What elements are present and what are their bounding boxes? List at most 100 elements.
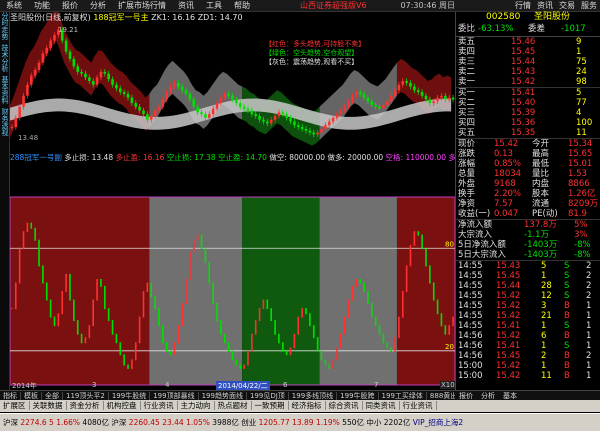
menu-item-news[interactable]: 资讯	[172, 0, 200, 11]
tab-technical[interactable]: 技术分析	[0, 44, 9, 72]
fn-tab[interactable]: 机构控盘	[103, 401, 141, 410]
stat-value: 9168	[494, 179, 516, 189]
menu-item-market[interactable]: 扩展市场行情	[112, 0, 172, 11]
candle-body	[173, 82, 176, 87]
bottom-tab[interactable]: 199牛股统	[108, 392, 151, 400]
bid-price: 15.35	[511, 128, 536, 138]
right-menu-quote[interactable]: 行情	[512, 0, 534, 11]
candle-body	[95, 77, 99, 85]
fn-tab[interactable]: 行业资讯	[399, 401, 437, 410]
bottom-tab[interactable]: 199见DJ顶	[246, 392, 289, 400]
fn-tab[interactable]: 关联数据	[29, 401, 67, 410]
tab-basic-info[interactable]: 基本资料	[0, 76, 9, 104]
right-menu-service[interactable]: 服务	[578, 0, 600, 11]
fn-tab[interactable]: 行业资讯	[140, 401, 178, 410]
tab-intraday[interactable]: 分时走势	[0, 12, 9, 40]
candle-body	[374, 104, 377, 107]
right-menu-trade[interactable]: 交易	[556, 0, 578, 11]
candle-body	[355, 92, 358, 96]
tick-time: 14:55	[458, 291, 483, 301]
tick-count: 2	[586, 351, 592, 361]
fn-tab[interactable]: 资金分析	[66, 401, 104, 410]
ask-row: 卖四 15.45 1	[456, 47, 600, 57]
menu-item-analysis[interactable]: 分析	[84, 0, 112, 11]
fn-tab[interactable]: 热点题材	[214, 401, 252, 410]
status-sz-amount: 3988亿	[212, 418, 239, 427]
candle-body	[382, 104, 385, 109]
candle-body	[436, 97, 439, 102]
bid-label: 买一	[458, 88, 476, 98]
fn-tab[interactable]: 主力动向	[177, 401, 215, 410]
stat-label: 换手	[458, 189, 476, 199]
candle-body	[320, 128, 323, 133]
ask-row: 卖二 15.43 24	[456, 67, 600, 77]
tick-row: 14:55 15.42 21 B 1	[456, 311, 600, 321]
stat-label: 净资	[458, 199, 476, 209]
stat-value-2: 15.01	[568, 159, 593, 169]
candle-body	[393, 90, 397, 96]
menu-item-quote[interactable]: 报价	[56, 0, 84, 11]
candle-body	[107, 73, 110, 80]
sub-indicator-title: 288冠军一号副 多止损: 13.48 多止盈: 16.16 空止损: 17.3…	[10, 153, 463, 163]
right-tab-analysis[interactable]: 分析	[477, 392, 499, 400]
menu-item-help[interactable]: 帮助	[228, 0, 256, 11]
tick-volume: 28	[541, 281, 552, 291]
candle-body	[111, 79, 114, 85]
bottom-tab[interactable]: 199顶部暴线	[150, 392, 199, 400]
bid-label: 买四	[458, 118, 476, 128]
bottom-tab[interactable]: 199工买绿体	[378, 392, 427, 400]
bottom-tab[interactable]: 199趋势面线	[198, 392, 247, 400]
bid-row: 买四 15.36 100	[456, 118, 600, 128]
menu-item-function[interactable]: 功能	[28, 0, 56, 11]
candle-body	[68, 51, 72, 59]
tick-count: 2	[586, 281, 592, 291]
tick-side: B	[564, 331, 570, 341]
bottom-tab[interactable]: 指标	[0, 392, 21, 400]
function-bar: 扩展区 关联数据 资金分析 机构控盘 行业资讯 主力动向 热点题材 一致预期 经济指标 综合资讯同…	[0, 400, 600, 412]
status-sz-index: 2260.45	[128, 418, 160, 427]
fn-tab[interactable]: 扩展区	[0, 401, 30, 410]
menu-item-system[interactable]: 系统	[0, 0, 28, 11]
tick-time: 15:00	[458, 361, 483, 371]
fn-tab[interactable]: 一致预期	[251, 401, 289, 410]
bottom-tab[interactable]: 模板	[21, 392, 42, 400]
bottom-tab[interactable]: 全部	[42, 392, 63, 400]
high-price-label: 19.21	[58, 26, 79, 34]
fn-tab[interactable]: 综合资讯	[325, 401, 363, 410]
candle-body	[29, 75, 33, 85]
fn-tab[interactable]: 经济指标	[288, 401, 326, 410]
candle-body	[285, 114, 288, 118]
candle-body	[18, 106, 21, 118]
bottom-tab[interactable]: 888黄出指标	[426, 392, 455, 400]
bottom-tab[interactable]: 199多线顶线	[288, 392, 338, 400]
stat-label-2: 量比	[532, 169, 550, 179]
candle-body	[250, 110, 254, 115]
candle-body	[254, 114, 258, 116]
candle-body	[37, 62, 41, 70]
tab-finance[interactable]: 财务透视	[0, 108, 9, 136]
candle-body	[215, 103, 219, 109]
status-sh-pct: 1.66%	[56, 418, 81, 427]
bottom-tab[interactable]: 119顶头平2	[63, 392, 109, 400]
right-menu-news[interactable]: 资讯	[534, 0, 556, 11]
candle-body	[335, 114, 339, 118]
status-sh-label: 沪深	[3, 418, 18, 427]
candle-body	[358, 92, 362, 94]
tick-volume: 1	[541, 341, 547, 351]
status-sh-index: 2274.6	[20, 418, 47, 427]
ask-price: 15.45	[511, 47, 536, 57]
right-tab-quote[interactable]: 报价	[455, 392, 477, 400]
chart-area[interactable]: 80 20	[10, 12, 455, 390]
bottom-tab[interactable]: 199牛股跨	[337, 392, 379, 400]
fn-tab[interactable]: 同类资讯	[362, 401, 400, 410]
menu-item-tools[interactable]: 工具	[200, 0, 228, 11]
tick-volume: 6	[541, 331, 547, 341]
zoom-x10[interactable]: X10	[440, 381, 456, 389]
menu-bar: 系统 功能 报价 分析 扩展市场行情 资讯 工具 帮助 山西证券超强版V6 07:30:46 …	[0, 0, 600, 12]
timeline-mark-6: 6	[283, 381, 288, 389]
right-tab-basic[interactable]: 基本	[499, 392, 521, 400]
candle-body	[296, 125, 300, 128]
candle-body	[204, 114, 207, 118]
tick-time: 15:00	[458, 371, 483, 381]
flow-pct: 3%	[574, 230, 588, 240]
